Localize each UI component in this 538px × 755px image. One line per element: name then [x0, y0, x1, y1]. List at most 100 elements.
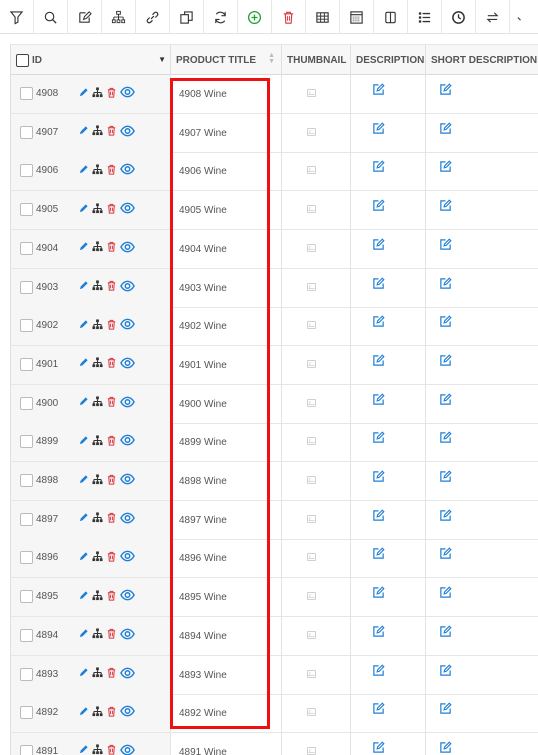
- short-description-cell[interactable]: [426, 230, 538, 268]
- table-row[interactable]: 4908 4908 Wine: [11, 75, 538, 114]
- pencil-icon[interactable]: [78, 551, 89, 562]
- edit-short-description-icon[interactable]: [439, 741, 452, 754]
- edit-short-description-icon[interactable]: [439, 83, 452, 96]
- description-cell[interactable]: [351, 268, 426, 307]
- thumbnail-cell[interactable]: [282, 500, 351, 539]
- edit-short-description-icon[interactable]: [439, 160, 452, 173]
- table-icon[interactable]: [306, 0, 340, 34]
- product-title-cell[interactable]: 4894 Wine: [171, 616, 282, 655]
- view-icon[interactable]: [120, 163, 135, 175]
- short-description-cell[interactable]: [426, 423, 538, 461]
- product-title-cell[interactable]: 4908 Wine: [171, 75, 282, 113]
- table-row[interactable]: 4896 4896 Wine: [11, 539, 538, 579]
- hierarchy-icon[interactable]: [92, 357, 103, 368]
- view-icon[interactable]: [120, 125, 135, 137]
- description-cell[interactable]: [351, 694, 426, 733]
- short-description-cell[interactable]: [426, 385, 538, 423]
- edit-description-icon[interactable]: [372, 238, 385, 251]
- short-description-cell[interactable]: [426, 346, 538, 384]
- edit-short-description-icon[interactable]: [439, 199, 452, 212]
- thumbnail-cell[interactable]: [282, 694, 351, 733]
- short-description-cell[interactable]: [426, 617, 538, 655]
- delete-icon[interactable]: [106, 744, 117, 755]
- product-title-cell[interactable]: 4904 Wine: [171, 229, 282, 268]
- table-row[interactable]: 4904 4904 Wine: [11, 229, 538, 269]
- pencil-icon[interactable]: [78, 706, 89, 717]
- thumbnail-cell[interactable]: [282, 655, 351, 694]
- pencil-icon[interactable]: [78, 590, 89, 601]
- pencil-icon[interactable]: [78, 744, 89, 755]
- edit-short-description-icon[interactable]: [439, 431, 452, 444]
- pencil-icon[interactable]: [78, 667, 89, 678]
- product-title-cell[interactable]: 4895 Wine: [171, 578, 282, 617]
- link-icon[interactable]: [136, 0, 170, 34]
- row-checkbox[interactable]: [20, 125, 33, 139]
- row-checkbox[interactable]: [20, 319, 33, 333]
- table-row[interactable]: 4892 4892 Wine: [11, 694, 538, 734]
- row-checkbox[interactable]: [20, 628, 33, 642]
- description-cell[interactable]: [351, 384, 426, 423]
- product-title-cell[interactable]: 4905 Wine: [171, 191, 282, 230]
- view-icon[interactable]: [120, 241, 135, 253]
- hierarchy-icon[interactable]: [92, 396, 103, 407]
- thumbnail-cell[interactable]: [282, 423, 351, 462]
- edit-short-description-icon[interactable]: [439, 276, 452, 290]
- description-cell[interactable]: [351, 113, 426, 152]
- row-checkbox[interactable]: [20, 435, 33, 449]
- description-cell[interactable]: [351, 539, 426, 578]
- thumbnail-cell[interactable]: [282, 113, 351, 152]
- hierarchy-icon[interactable]: [92, 628, 103, 639]
- view-icon[interactable]: [120, 589, 135, 601]
- header-thumbnail[interactable]: THUMBNAIL: [282, 45, 351, 75]
- hierarchy-icon[interactable]: [92, 512, 103, 523]
- delete-icon[interactable]: [106, 87, 117, 98]
- row-checkbox[interactable]: [20, 357, 33, 371]
- delete-icon[interactable]: [106, 512, 117, 523]
- header-description[interactable]: DESCRIPTION: [351, 45, 426, 75]
- thumbnail-cell[interactable]: [282, 462, 351, 500]
- delete-icon[interactable]: [106, 125, 117, 136]
- hierarchy-icon[interactable]: [92, 473, 103, 485]
- short-description-cell[interactable]: [426, 656, 538, 694]
- header-product-title[interactable]: PRODUCT TITLE ▲ ▼: [171, 45, 282, 75]
- sort-icon[interactable]: ▲ ▼: [268, 52, 275, 65]
- edit-short-description-icon[interactable]: [439, 354, 452, 367]
- edit-short-description-icon[interactable]: [439, 315, 452, 328]
- pencil-icon[interactable]: [78, 203, 89, 214]
- row-checkbox[interactable]: [20, 241, 33, 255]
- row-checkbox[interactable]: [20, 667, 33, 681]
- row-checkbox[interactable]: [20, 744, 33, 755]
- hierarchy-icon[interactable]: [92, 590, 103, 601]
- description-cell[interactable]: [351, 616, 426, 655]
- view-icon[interactable]: [120, 667, 135, 679]
- thumbnail-cell[interactable]: [282, 268, 351, 307]
- edit-description-icon[interactable]: [372, 625, 385, 638]
- hierarchy-icon[interactable]: [92, 667, 103, 678]
- description-cell[interactable]: [351, 152, 426, 191]
- header-short-description[interactable]: SHORT DESCRIPTION: [426, 45, 538, 75]
- view-icon[interactable]: [120, 550, 135, 562]
- edit-description-icon[interactable]: [372, 702, 385, 715]
- view-icon[interactable]: [120, 434, 135, 446]
- row-checkbox[interactable]: [20, 706, 33, 720]
- pencil-icon[interactable]: [78, 125, 89, 136]
- pencil-icon[interactable]: [78, 628, 89, 639]
- view-icon[interactable]: [120, 744, 135, 755]
- description-cell[interactable]: [351, 423, 426, 462]
- edit-icon[interactable]: [68, 0, 102, 34]
- table-row[interactable]: 4895 4895 Wine: [11, 578, 538, 618]
- description-cell[interactable]: [351, 578, 426, 617]
- view-icon[interactable]: [120, 628, 135, 640]
- edit-short-description-icon[interactable]: [439, 509, 452, 522]
- table-row[interactable]: 4891 4891 Wine: [11, 732, 538, 755]
- delete-icon[interactable]: [106, 203, 117, 214]
- hierarchy-icon[interactable]: [102, 0, 136, 34]
- description-cell[interactable]: [351, 732, 426, 755]
- short-description-cell[interactable]: [426, 191, 538, 229]
- product-title-cell[interactable]: 4906 Wine: [171, 152, 282, 191]
- clock-icon[interactable]: [442, 0, 476, 34]
- hierarchy-icon[interactable]: [92, 125, 103, 136]
- product-title-cell[interactable]: 4893 Wine: [171, 655, 282, 694]
- row-checkbox[interactable]: [20, 551, 33, 565]
- thumbnail-cell[interactable]: [282, 732, 351, 755]
